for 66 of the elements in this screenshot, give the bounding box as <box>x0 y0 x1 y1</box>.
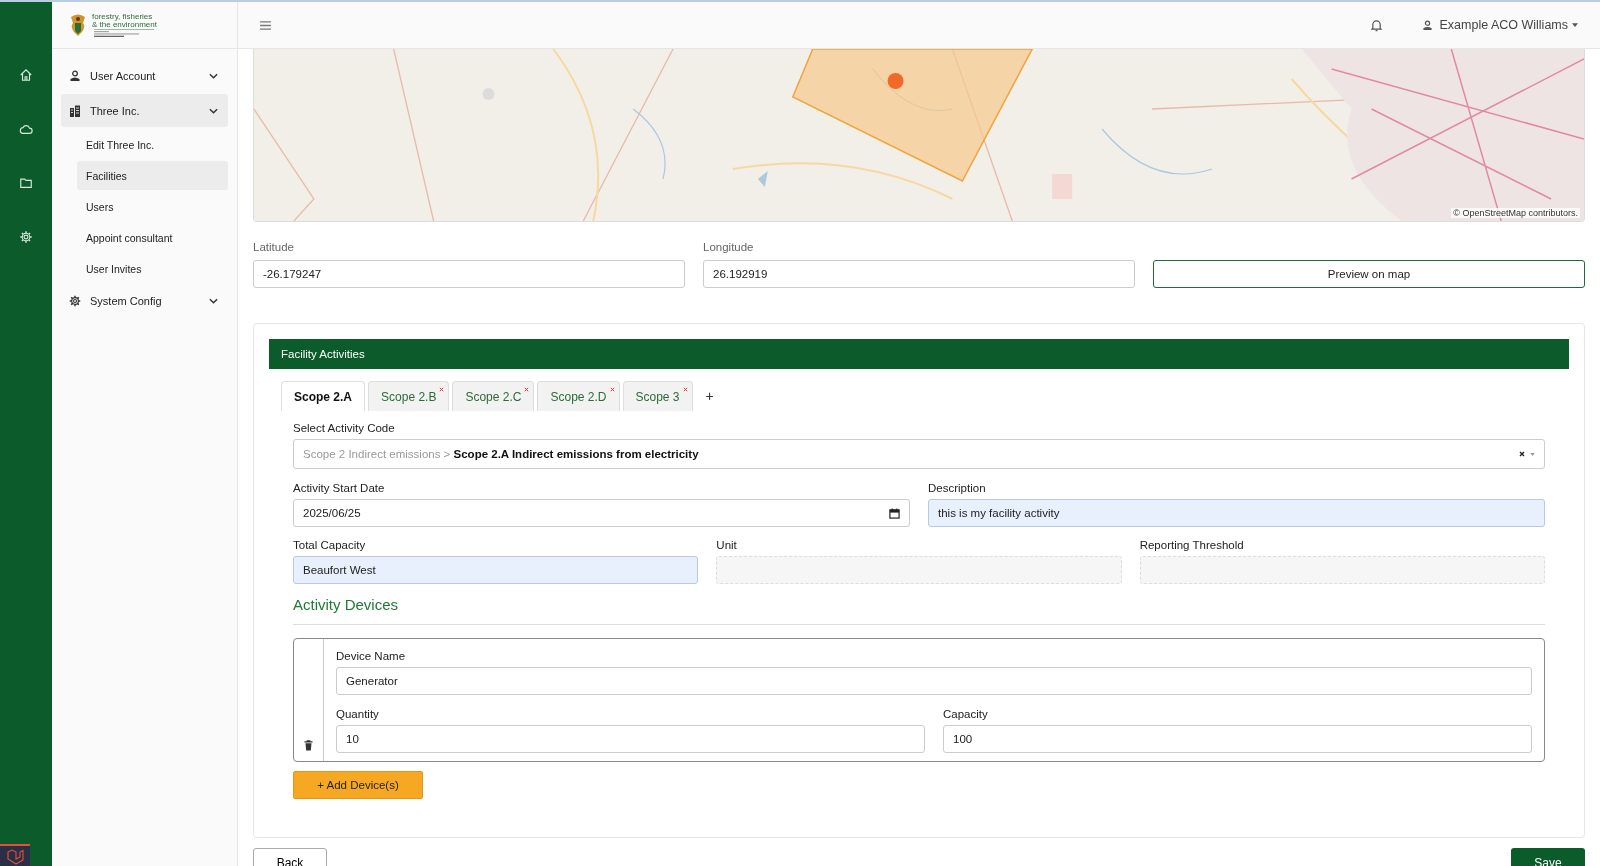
logo-text: forestry, fisheries <box>92 12 153 21</box>
gear-icon <box>69 294 81 307</box>
logo-text: & the environment <box>92 20 157 29</box>
building-icon <box>69 104 81 117</box>
tab[interactable]: Scope 3 <box>622 381 693 411</box>
tab[interactable]: Scope 2.A <box>281 381 366 411</box>
user-menu[interactable]: Example ACO Williams <box>1421 18 1578 32</box>
sidebar-subitem[interactable]: User Invites <box>77 254 228 283</box>
chevron-down-icon <box>209 107 218 114</box>
sidebar-subitem[interactable]: Facilities <box>77 161 228 190</box>
map-attribution: © OpenStreetMap contributors. <box>1451 208 1580 218</box>
tab[interactable]: Scope 2.C <box>452 381 535 411</box>
field-label: Longitude <box>703 240 755 254</box>
close-icon[interactable] <box>439 387 445 392</box>
date-field[interactable]: 2025/06/25 <box>293 499 910 527</box>
field-label: Select Activity Code <box>293 421 396 435</box>
field-label: Quantity <box>336 707 380 721</box>
close-icon[interactable] <box>609 387 615 392</box>
home-icon[interactable] <box>19 68 33 82</box>
longitude-field[interactable]: 26.192919 <box>703 260 1135 288</box>
chevron-down-icon <box>209 72 218 79</box>
card-title: Facility Activities <box>281 348 365 360</box>
app-logo-icon[interactable] <box>0 844 30 866</box>
trash-icon[interactable] <box>304 740 313 751</box>
sidebar-item[interactable]: Three Inc. <box>61 94 228 127</box>
folder-icon[interactable] <box>19 176 33 190</box>
device-name-field[interactable]: Generator <box>336 667 1532 695</box>
latitude-field[interactable]: -26.179247 <box>253 260 685 288</box>
tab[interactable]: Scope 2.D <box>537 381 620 411</box>
coat-of-arms-icon <box>68 13 88 37</box>
field-label: Latitude <box>253 240 295 254</box>
field-label: Description <box>928 481 987 495</box>
menu-icon[interactable] <box>260 20 271 30</box>
caret-icon <box>1530 452 1535 456</box>
bell-icon[interactable] <box>1370 18 1382 32</box>
field-label: Total Capacity <box>293 538 367 552</box>
capacity-field[interactable]: 100 <box>943 725 1532 753</box>
input-field[interactable]: Beaufort West <box>293 556 699 584</box>
close-icon[interactable] <box>682 387 688 392</box>
field-label: Capacity <box>943 707 989 721</box>
user-icon <box>1421 19 1433 31</box>
quantity-field[interactable]: 10 <box>336 725 925 753</box>
tab[interactable]: Scope 2.B <box>368 381 450 411</box>
field-label: Unit <box>716 538 738 552</box>
user-icon <box>69 69 81 82</box>
add-tab-button[interactable]: + <box>695 381 724 411</box>
field-label: Device Name <box>336 649 407 663</box>
activity-code-select[interactable]: Scope 2 Indirect emissions > Scope 2.A Indirect emissions from electricity <box>293 439 1545 469</box>
close-icon[interactable] <box>524 387 530 392</box>
field-label: Reporting Threshold <box>1139 538 1245 552</box>
settings-icon[interactable] <box>19 230 33 244</box>
sidebar-subitem[interactable]: Edit Three Inc. <box>77 130 228 159</box>
chevron-down-icon <box>209 297 218 304</box>
cloud-icon[interactable] <box>19 122 33 136</box>
sidebar-item[interactable]: User Account <box>61 59 228 92</box>
caret-icon <box>1572 23 1578 27</box>
field-label: Activity Start Date <box>293 481 386 495</box>
input-field[interactable]: this is my facility activity <box>928 499 1545 527</box>
sidebar-subitem[interactable]: Users <box>77 192 228 221</box>
sidebar-item[interactable]: System Config <box>61 284 228 317</box>
section-title: Activity Devices <box>293 596 400 613</box>
clear-icon[interactable] <box>1519 451 1525 457</box>
calendar-icon[interactable] <box>889 507 900 519</box>
preview-button[interactable]: Preview on map <box>1153 260 1585 288</box>
add-device-button[interactable]: + Add Device(s) <box>293 771 423 799</box>
sidebar-subitem[interactable]: Appoint consultant <box>77 223 228 252</box>
